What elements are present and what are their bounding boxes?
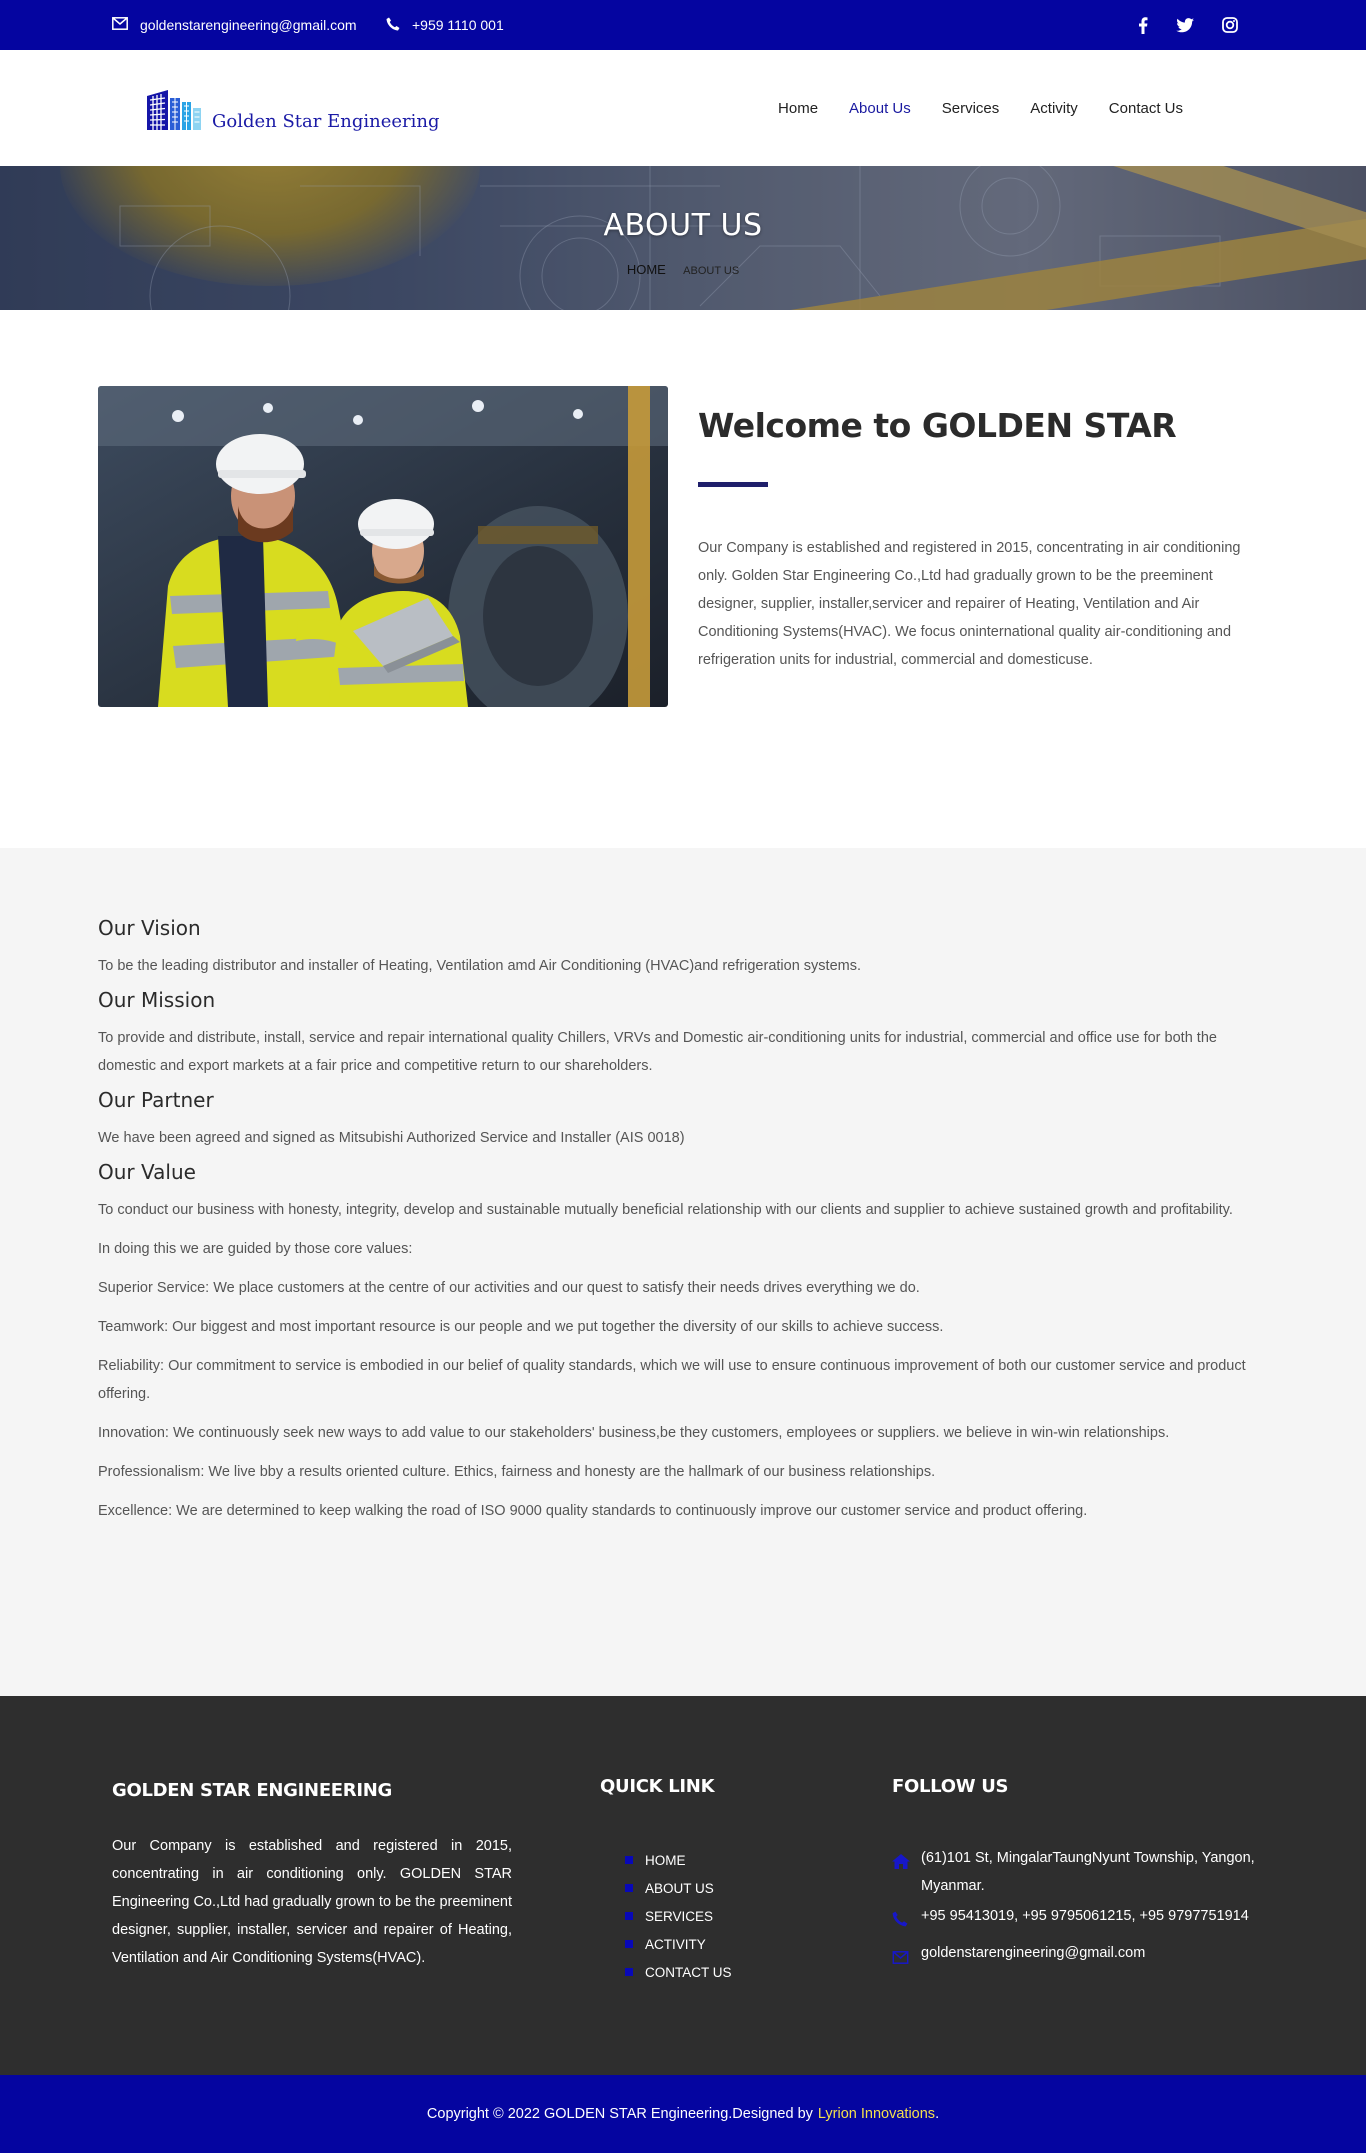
vision-heading: Our Vision bbox=[98, 916, 201, 940]
footer-email[interactable]: goldenstarengineering@gmail.com bbox=[892, 1939, 1272, 1974]
breadcrumb-current: ABOUT US bbox=[683, 265, 740, 277]
footer-quick-link-heading: QUICK LINK bbox=[600, 1776, 715, 1797]
value-item: Teamwork: Our biggest and most important… bbox=[98, 1319, 944, 1335]
footer-link-services[interactable]: SERVICES bbox=[625, 1902, 732, 1930]
footer-link-contact-us[interactable]: CONTACT US bbox=[625, 1958, 732, 1986]
breadcrumb-home[interactable]: HOME bbox=[627, 262, 666, 277]
mission-heading: Our Mission bbox=[98, 988, 216, 1012]
bullet-square-icon bbox=[625, 1856, 633, 1864]
nav-activity[interactable]: Activity bbox=[1030, 100, 1078, 117]
bullet-square-icon bbox=[625, 1912, 633, 1920]
company-values-section: Our Vision To be the leading distributor… bbox=[0, 848, 1366, 1696]
instagram-icon[interactable] bbox=[1222, 17, 1238, 33]
facebook-icon[interactable] bbox=[1138, 16, 1148, 34]
footer-link-label: HOME bbox=[645, 1852, 686, 1868]
envelope-icon bbox=[112, 17, 140, 33]
nav-home[interactable]: Home bbox=[778, 100, 818, 117]
footer-link-home[interactable]: HOME bbox=[625, 1846, 732, 1874]
social-links bbox=[1138, 0, 1238, 50]
footer-contact-info: (61)101 St, MingalarTaungNyunt Township,… bbox=[892, 1844, 1272, 1976]
site-header: Golden Star Engineering Home About Us Se… bbox=[0, 50, 1366, 166]
topbar-email-text: goldenstarengineering@gmail.com bbox=[140, 17, 357, 33]
engineers-photo bbox=[98, 386, 668, 707]
envelope-icon bbox=[892, 1939, 921, 1974]
welcome-text: Our Company is established and registere… bbox=[698, 540, 1241, 668]
footer-quick-links: HOME ABOUT US SERVICES ACTIVITY CONTACT … bbox=[625, 1846, 732, 1986]
footer-link-label: CONTACT US bbox=[645, 1964, 732, 1980]
value-item: To conduct our business with honesty, in… bbox=[98, 1202, 1233, 1218]
footer-email-text: goldenstarengineering@gmail.com bbox=[921, 1945, 1146, 1961]
logo-text: Golden Star Engineering bbox=[212, 111, 440, 132]
title-underline bbox=[698, 482, 768, 487]
bullet-square-icon bbox=[625, 1884, 633, 1892]
footer-link-about-us[interactable]: ABOUT US bbox=[625, 1874, 732, 1902]
footer-address: (61)101 St, MingalarTaungNyunt Township,… bbox=[892, 1844, 1272, 1900]
site-footer: GOLDEN STAR ENGINEERING Our Company is e… bbox=[0, 1696, 1366, 2075]
footer-link-label: ACTIVITY bbox=[645, 1936, 706, 1952]
nav-services[interactable]: Services bbox=[942, 100, 1000, 117]
bullet-square-icon bbox=[625, 1968, 633, 1976]
mission-text: To provide and distribute, install, serv… bbox=[98, 1030, 1217, 1074]
top-bar: goldenstarengineering@gmail.com +959 111… bbox=[0, 0, 1366, 50]
nav-about-us[interactable]: About Us bbox=[849, 100, 911, 117]
site-logo[interactable]: Golden Star Engineering bbox=[146, 86, 439, 135]
main-nav: Home About Us Services Activity Contact … bbox=[778, 50, 1183, 166]
footer-about-heading: GOLDEN STAR ENGINEERING bbox=[112, 1780, 393, 1801]
footer-link-label: SERVICES bbox=[645, 1908, 714, 1924]
breadcrumb: HOME ABOUT US bbox=[0, 262, 1366, 277]
value-item: Innovation: We continuously seek new way… bbox=[98, 1425, 1170, 1441]
vision-text: To be the leading distributor and instal… bbox=[98, 958, 861, 974]
footer-address-text: (61)101 St, MingalarTaungNyunt Township,… bbox=[921, 1850, 1255, 1894]
copyright-bar: Copyright © 2022 GOLDEN STAR Engineering… bbox=[0, 2075, 1366, 2153]
value-item: Excellence: We are determined to keep wa… bbox=[98, 1503, 1088, 1519]
value-item: Superior Service: We place customers at … bbox=[98, 1280, 920, 1296]
topbar-phone-text: +959 1110 001 bbox=[412, 17, 504, 33]
welcome-section: Welcome to GOLDEN STAR Our Company is es… bbox=[0, 310, 1366, 848]
value-item: Professionalism: We live bby a results o… bbox=[98, 1464, 936, 1480]
home-icon bbox=[892, 1844, 921, 1900]
value-item: In doing this we are guided by those cor… bbox=[98, 1241, 413, 1257]
partner-text: We have been agreed and signed as Mitsub… bbox=[98, 1130, 685, 1146]
topbar-email[interactable]: goldenstarengineering@gmail.com bbox=[112, 0, 357, 50]
phone-icon bbox=[386, 17, 412, 34]
twitter-icon[interactable] bbox=[1176, 17, 1194, 33]
bullet-square-icon bbox=[625, 1940, 633, 1948]
copyright-suffix: . bbox=[935, 2106, 940, 2122]
nav-contact-us[interactable]: Contact Us bbox=[1109, 100, 1183, 117]
value-item: Reliability: Our commitment to service i… bbox=[98, 1358, 1246, 1402]
phone-icon bbox=[892, 1902, 921, 1937]
footer-phones-text: +95 95413019, +95 9795061215, +95 979775… bbox=[921, 1908, 1249, 1924]
footer-follow-heading: FOLLOW US bbox=[892, 1776, 1009, 1797]
page-title: ABOUT US bbox=[603, 208, 763, 243]
welcome-title: Welcome to GOLDEN STAR bbox=[698, 406, 1177, 445]
value-heading: Our Value bbox=[98, 1160, 196, 1184]
page-banner: ABOUT US HOME ABOUT US bbox=[0, 166, 1366, 310]
building-logo-icon bbox=[146, 86, 204, 135]
copyright-text: Copyright © 2022 GOLDEN STAR Engineering… bbox=[426, 2106, 813, 2122]
footer-about-text: Our Company is established and registere… bbox=[112, 1838, 512, 1966]
footer-link-activity[interactable]: ACTIVITY bbox=[625, 1930, 732, 1958]
topbar-phone[interactable]: +959 1110 001 bbox=[386, 0, 504, 50]
footer-phones: +95 95413019, +95 9795061215, +95 979775… bbox=[892, 1902, 1272, 1937]
partner-heading: Our Partner bbox=[98, 1088, 214, 1112]
footer-link-label: ABOUT US bbox=[645, 1880, 714, 1896]
designer-link[interactable]: Lyrion Innovations bbox=[818, 2106, 935, 2122]
